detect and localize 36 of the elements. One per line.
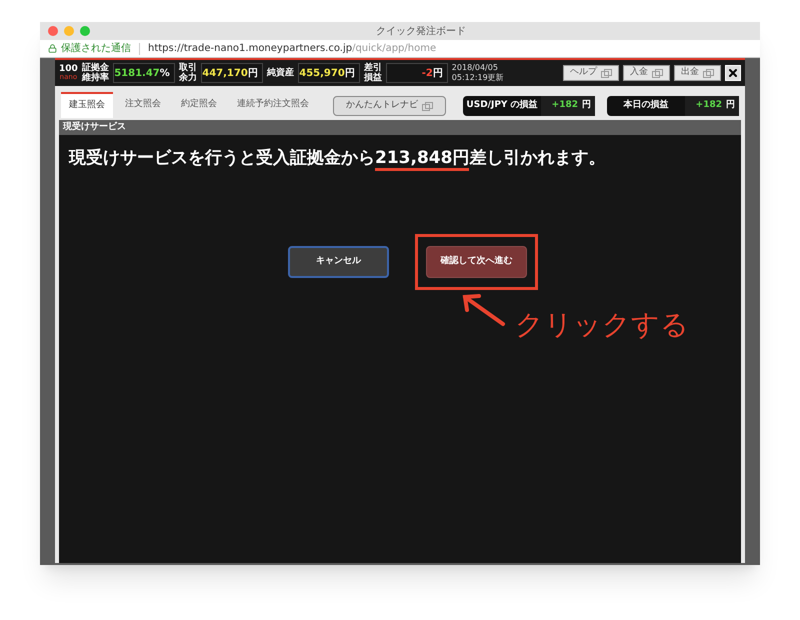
update-time: 2018/04/05 05:12:19更新: [452, 63, 504, 83]
window-icon: [703, 68, 714, 78]
pnl-value: +182 円: [685, 96, 739, 116]
stat-value-field: 455,970円: [298, 63, 360, 83]
pnl-label: USD/JPY の損益: [465, 99, 539, 112]
url-text[interactable]: https://trade-nano1.moneypartners.co.jp/quick/app/home: [148, 41, 436, 56]
stat-value-field: -2円: [386, 63, 448, 83]
stat-label: 純資産: [266, 68, 294, 78]
pnl-value: +182 円: [541, 96, 595, 116]
header-button[interactable]: 入金: [623, 65, 670, 81]
stat-label: 差引 損益: [364, 63, 382, 83]
annotation-text: クリックする: [515, 306, 689, 342]
stat-label: 取引 余力: [178, 63, 197, 83]
lock-icon: [48, 44, 57, 53]
dialog-message: 現受けサービスを行うと受入証拠金から213,848円差し引かれます。: [69, 146, 606, 172]
header-button[interactable]: ヘルプ: [563, 65, 619, 81]
header-button[interactable]: 出金: [674, 65, 721, 81]
stat-label: 証拠金 維持率: [82, 63, 109, 83]
close-icon: [727, 67, 739, 79]
tab[interactable]: 連続予約注文照会: [229, 92, 317, 118]
close-button[interactable]: [725, 65, 741, 81]
stat-value-field: 5181.47%: [112, 63, 175, 83]
window-icon: [652, 68, 663, 78]
section-title: 現受けサービス: [59, 120, 741, 135]
easy-trade-button[interactable]: かんたんトレナビ: [333, 96, 446, 116]
confirm-button[interactable]: 確認して次へ進む: [426, 246, 527, 278]
tab[interactable]: 注文照会: [117, 92, 169, 118]
stat-value-field: 447,170円: [200, 63, 263, 83]
window-title: クイック発注ボード: [375, 24, 467, 38]
window-icon: [422, 102, 433, 110]
window-icon: [601, 68, 612, 78]
tab[interactable]: 約定照会: [173, 92, 225, 118]
cancel-button[interactable]: キャンセル: [288, 246, 389, 278]
tab[interactable]: 建玉照会: [61, 92, 113, 118]
secure-label: 保護された通信: [61, 42, 131, 56]
pnl-label: 本日の損益: [622, 99, 670, 112]
